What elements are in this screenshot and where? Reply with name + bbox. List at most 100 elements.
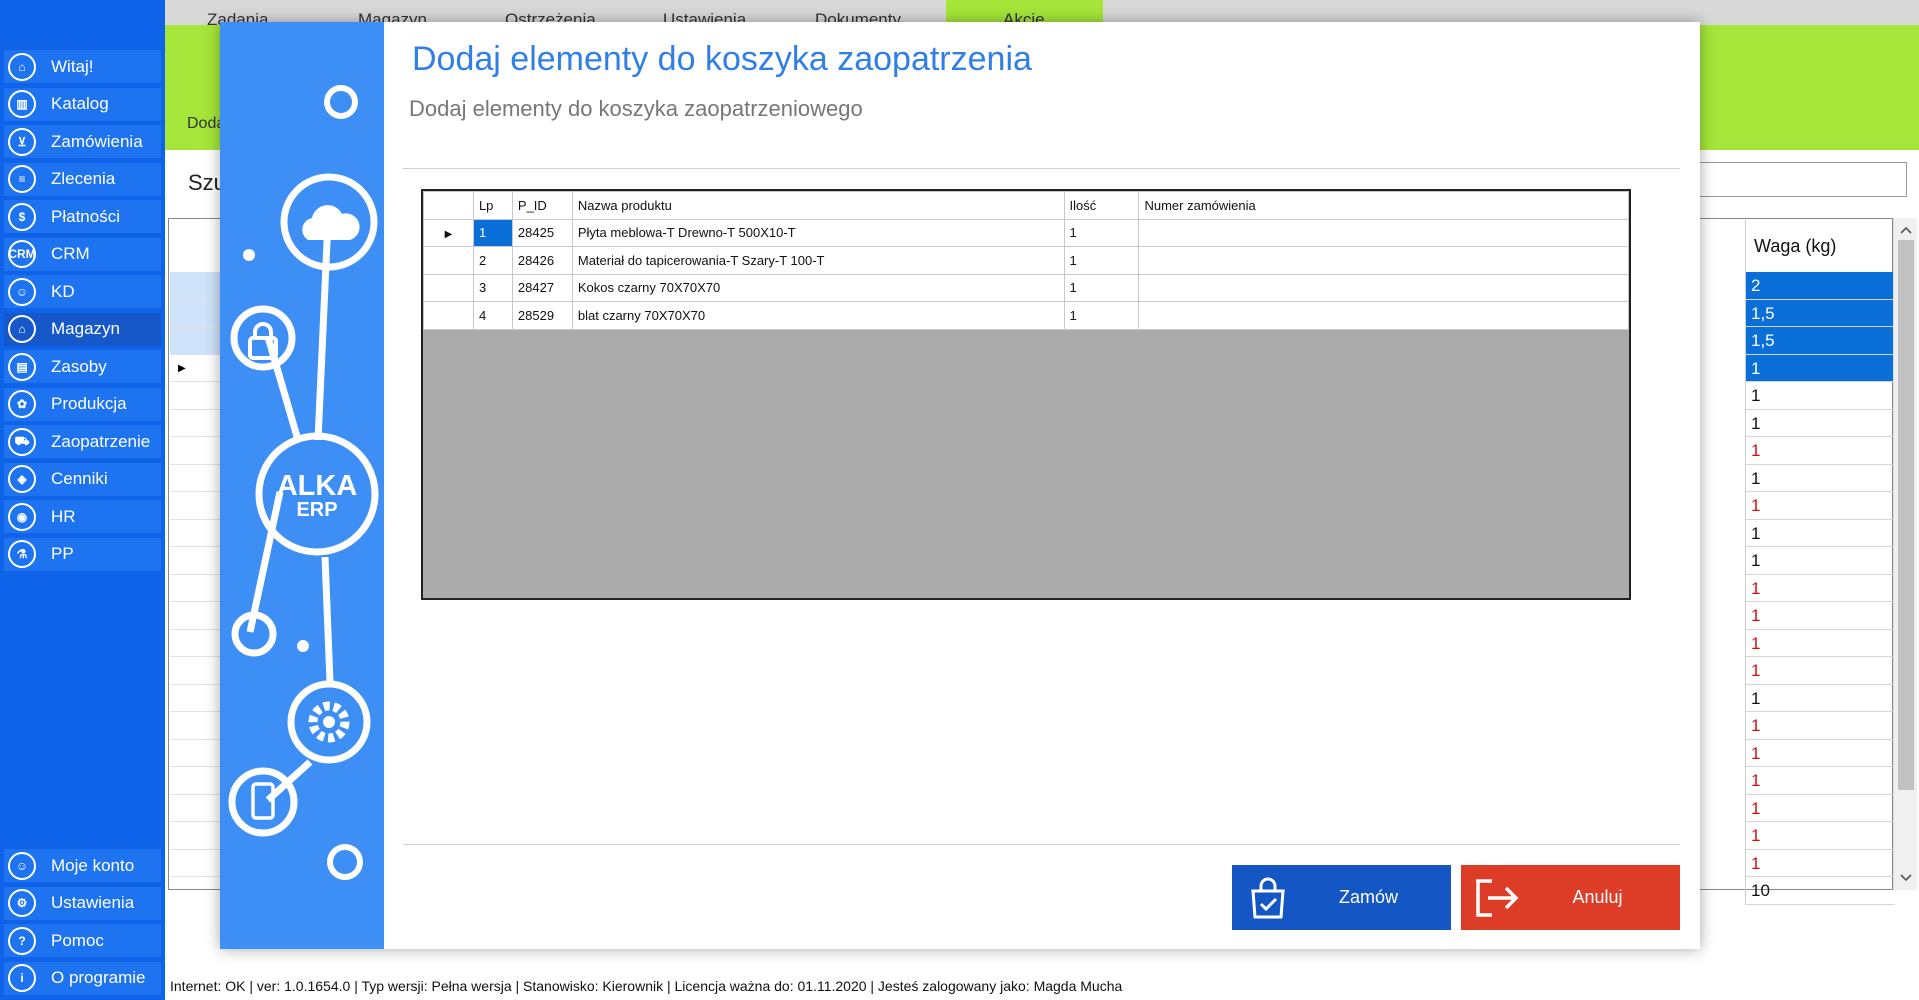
waga-cell[interactable]: 1 <box>1745 464 1895 492</box>
background-row-header[interactable] <box>170 630 222 657</box>
background-row-header[interactable]: ▶ <box>170 355 222 382</box>
table-row[interactable]: 3 28427 Kokos czarny 70X70X70 1 <box>423 273 1629 302</box>
sidebar-item-katalog[interactable]: ▥ Katalog <box>4 87 161 121</box>
sidebar-item-witaj-[interactable]: ⌂ Witaj! <box>4 50 161 83</box>
order-button[interactable]: Zamów <box>1232 865 1451 930</box>
sidebar-item-zaopatrzenie[interactable]: ⛟ Zaopatrzenie <box>4 425 161 458</box>
waga-cell[interactable]: 1,5 <box>1745 327 1895 355</box>
waga-cell[interactable]: 1 <box>1745 822 1895 850</box>
cell-qty[interactable]: 1 <box>1063 246 1140 275</box>
cell-name[interactable]: blat czarny 70X70X70 <box>571 301 1065 330</box>
waga-cell[interactable]: 1 <box>1745 437 1895 465</box>
scroll-down-icon[interactable] <box>1894 868 1918 888</box>
column-header-qty[interactable]: Ilość <box>1063 191 1140 220</box>
scroll-up-icon[interactable] <box>1894 220 1918 240</box>
background-row-header[interactable] <box>170 272 222 300</box>
background-row-header[interactable] <box>170 822 222 850</box>
sidebar-item-hr[interactable]: ◉ HR <box>4 500 161 533</box>
waga-cell[interactable]: 1 <box>1745 602 1895 630</box>
background-row-header[interactable] <box>170 575 222 602</box>
items-grid[interactable]: Lp P_ID Nazwa produktu Ilość Numer zamów… <box>421 189 1631 600</box>
sidebar-item-ustawienia[interactable]: ⚙ Ustawienia <box>4 886 161 920</box>
waga-cell[interactable]: 1 <box>1745 547 1895 575</box>
waga-cell[interactable]: 1 <box>1745 684 1895 712</box>
waga-cell[interactable]: 1 <box>1745 849 1895 877</box>
row-header[interactable] <box>423 246 474 275</box>
background-row-header[interactable] <box>170 767 222 795</box>
row-header[interactable] <box>423 273 474 302</box>
sidebar-item-zlecenia[interactable]: ≡ Zlecenia <box>4 162 161 196</box>
sidebar-item-cenniki[interactable]: ◈ Cenniki <box>4 462 161 496</box>
sidebar-item-produkcja[interactable]: ✿ Produkcja <box>4 387 161 421</box>
cell-order[interactable] <box>1138 246 1629 275</box>
cell-lp[interactable]: 4 <box>472 301 513 330</box>
background-row-header[interactable] <box>170 299 222 327</box>
column-header-order-number[interactable]: Numer zamówienia <box>1138 191 1629 220</box>
sidebar-item-zasoby[interactable]: ▤ Zasoby <box>4 350 161 383</box>
cell-qty[interactable]: 1 <box>1063 273 1140 302</box>
waga-cell[interactable]: 10 <box>1745 877 1895 905</box>
waga-cell[interactable]: 1 <box>1745 629 1895 657</box>
waga-cell[interactable]: 1 <box>1745 519 1895 547</box>
background-row-header[interactable] <box>170 437 222 465</box>
search-input[interactable] <box>1690 162 1907 197</box>
cell-order[interactable] <box>1138 273 1629 302</box>
cell-order[interactable] <box>1138 301 1629 330</box>
column-header-lp[interactable]: Lp <box>472 191 513 220</box>
background-row-header[interactable] <box>170 465 222 492</box>
waga-cell[interactable]: 1 <box>1745 794 1895 822</box>
sidebar-item-zam-wienia[interactable]: ⊻ Zamówienia <box>4 125 161 158</box>
waga-cell[interactable]: 1 <box>1745 492 1895 520</box>
waga-cell[interactable]: 2 <box>1745 272 1895 300</box>
cell-name[interactable]: Kokos czarny 70X70X70 <box>571 273 1065 302</box>
sidebar-item-crm[interactable]: CRM CRM <box>4 237 161 271</box>
cell-lp[interactable]: 3 <box>472 273 513 302</box>
sidebar-item-magazyn[interactable]: ⌂ Magazyn <box>4 312 161 346</box>
row-header[interactable] <box>423 301 474 330</box>
sidebar-item-pp[interactable]: ⚗ PP <box>4 537 161 571</box>
background-row-header[interactable] <box>170 410 222 437</box>
background-row-header[interactable] <box>170 547 222 575</box>
waga-cell[interactable]: 1 <box>1745 712 1895 740</box>
cell-pid[interactable]: 28425 <box>511 218 573 247</box>
table-scrollbar[interactable] <box>1893 218 1917 890</box>
background-row-header[interactable] <box>170 602 222 630</box>
background-row-header[interactable] <box>170 740 222 767</box>
waga-cell[interactable]: 1,5 <box>1745 299 1895 327</box>
background-row-header[interactable] <box>170 712 222 740</box>
sidebar-item-kd[interactable]: ☺ KD <box>4 275 161 308</box>
cell-pid[interactable]: 28529 <box>511 301 573 330</box>
column-header-name[interactable]: Nazwa produktu <box>571 191 1065 220</box>
cancel-button[interactable]: Anuluj <box>1461 865 1680 930</box>
sidebar-item-o-programie[interactable]: i O programie <box>4 961 161 995</box>
table-row[interactable]: 2 28426 Materiał do tapicerowania-T Szary-… <box>423 246 1629 275</box>
background-row-header[interactable] <box>170 795 222 822</box>
waga-cell[interactable]: 1 <box>1745 657 1895 685</box>
background-row-header[interactable] <box>170 657 222 685</box>
cell-pid[interactable]: 28426 <box>511 246 573 275</box>
cell-name[interactable]: Materiał do tapicerowania-T Szary-T 100-… <box>571 246 1065 275</box>
cell-order[interactable] <box>1138 218 1629 247</box>
sidebar-item-moje-konto[interactable]: ☺ Moje konto <box>4 849 161 882</box>
waga-cell[interactable]: 1 <box>1745 767 1895 795</box>
background-row-header[interactable] <box>170 327 222 355</box>
cell-qty[interactable]: 1 <box>1063 301 1140 330</box>
scroll-thumb[interactable] <box>1898 240 1914 790</box>
background-row-header[interactable] <box>170 382 222 410</box>
sidebar-item-p-atno-ci[interactable]: $ Płatności <box>4 200 161 233</box>
background-row-header[interactable] <box>170 850 222 877</box>
table-row[interactable]: 4 28529 blat czarny 70X70X70 1 <box>423 301 1629 330</box>
column-header-pid[interactable]: P_ID <box>511 191 573 220</box>
background-row-header[interactable] <box>170 520 222 547</box>
background-row-header[interactable] <box>170 492 222 520</box>
cell-name[interactable]: Płyta meblowa-T Drewno-T 500X10-T <box>571 218 1065 247</box>
table-row[interactable]: ▶ 1 28425 Płyta meblowa-T Drewno-T 500X10-T… <box>423 218 1629 247</box>
cell-lp[interactable]: 1 <box>472 218 513 247</box>
sidebar-item-pomoc[interactable]: ? Pomoc <box>4 924 161 957</box>
cell-qty[interactable]: 1 <box>1063 218 1140 247</box>
waga-cell[interactable]: 1 <box>1745 354 1895 382</box>
waga-cell[interactable]: 1 <box>1745 739 1895 767</box>
cell-lp[interactable]: 2 <box>472 246 513 275</box>
waga-cell[interactable]: 1 <box>1745 409 1895 437</box>
row-header[interactable]: ▶ <box>423 218 474 247</box>
